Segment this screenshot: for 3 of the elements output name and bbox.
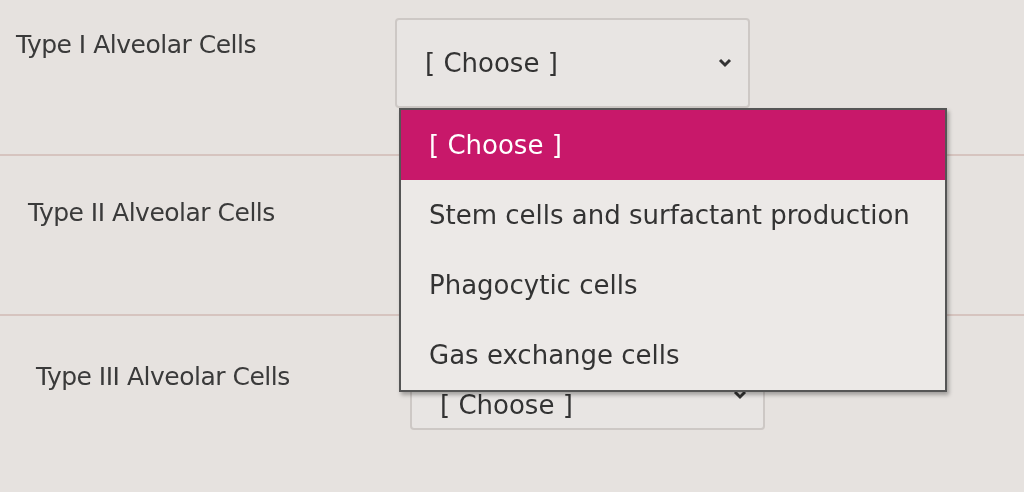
row-label: Type II Alveolar Cells (28, 198, 276, 227)
row-label: Type III Alveolar Cells (36, 362, 291, 391)
row-label: Type I Alveolar Cells (16, 30, 257, 59)
